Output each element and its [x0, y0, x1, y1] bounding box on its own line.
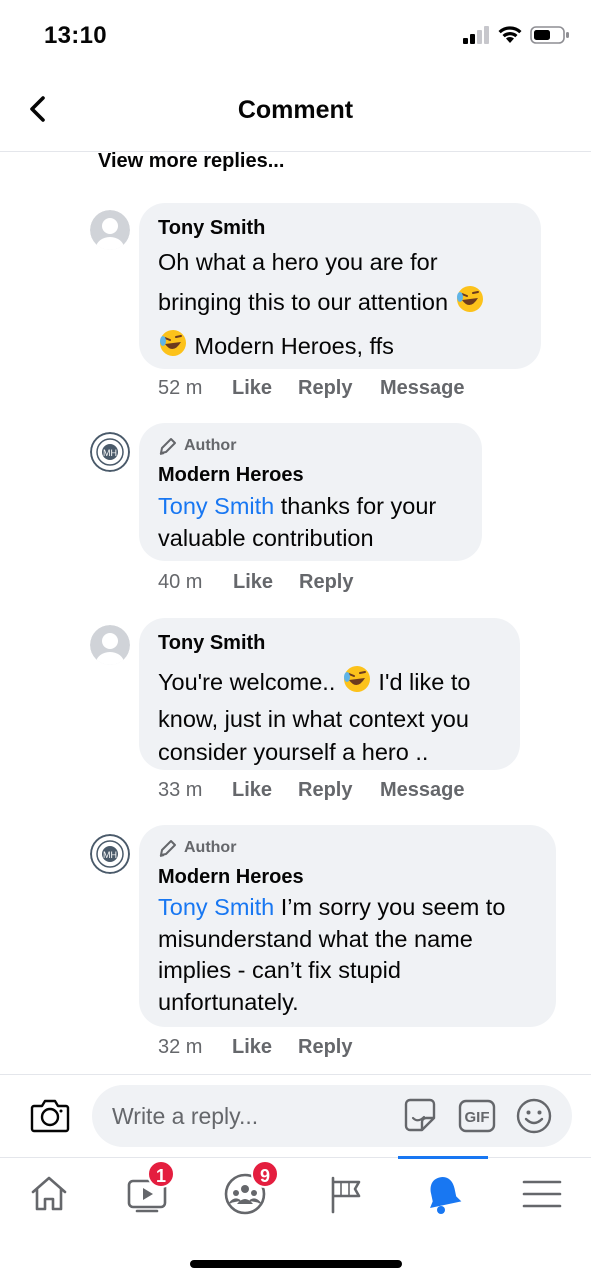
- wifi-icon: [498, 26, 522, 43]
- tab-pages[interactable]: [323, 1172, 367, 1216]
- comment-line: unfortunately.: [158, 988, 299, 1015]
- laughing-emoji-icon: [455, 284, 485, 326]
- reply-button[interactable]: Reply: [298, 779, 352, 802]
- comment-line: thanks for your: [274, 493, 437, 519]
- gif-icon[interactable]: GIF: [458, 1099, 496, 1133]
- camera-icon[interactable]: [30, 1096, 70, 1134]
- tab-menu[interactable]: [520, 1172, 564, 1216]
- pen-icon: [159, 438, 176, 455]
- tab-watch[interactable]: 1: [125, 1160, 175, 1216]
- home-indicator: [190, 1260, 402, 1268]
- laughing-emoji-icon: [342, 664, 372, 703]
- comment-line: Oh what a hero you are for: [158, 249, 438, 275]
- comment-line: valuable contribution: [158, 525, 374, 551]
- comment-bubble[interactable]: Tony Smith You're welcome.. I'd like to …: [139, 618, 520, 770]
- comment-header: Comment: [0, 70, 591, 152]
- reply-button[interactable]: Reply: [299, 571, 353, 594]
- avatar-modern-heroes[interactable]: MH: [90, 834, 130, 874]
- avatar-modern-heroes[interactable]: MH: [90, 432, 130, 472]
- avatar-tony-smith[interactable]: [90, 210, 130, 250]
- comment-time: 40 m: [158, 571, 203, 593]
- commenter-name[interactable]: Tony Smith: [158, 215, 521, 241]
- comment-text: Tony Smith I’m sorry you seem to misunde…: [158, 892, 536, 1018]
- author-label: Author: [184, 437, 237, 454]
- author-badge: Author: [158, 837, 536, 859]
- author-badge: Author: [158, 435, 462, 457]
- composer-divider: [0, 1074, 591, 1075]
- reply-button[interactable]: Reply: [298, 1036, 352, 1059]
- comment-line: implies - can’t fix stupid: [158, 957, 401, 983]
- bottom-tab-bar: 1 9: [0, 1156, 591, 1237]
- active-tab-indicator: [398, 1156, 488, 1159]
- comment-text: Oh what a hero you are for bringing this…: [158, 242, 521, 370]
- comment-line: know, just in what context you: [158, 706, 469, 732]
- home-icon: [31, 1176, 67, 1211]
- comment-line: consider yourself a hero ..: [158, 739, 429, 765]
- comment-line: bringing this to our attention: [158, 289, 449, 315]
- svg-text:GIF: GIF: [465, 1109, 490, 1126]
- reply-input[interactable]: Write a reply... GIF: [92, 1085, 572, 1147]
- message-button[interactable]: Message: [380, 779, 465, 802]
- commenter-name[interactable]: Modern Heroes: [158, 864, 536, 890]
- like-button[interactable]: Like: [233, 571, 273, 594]
- tab-notifications[interactable]: [421, 1172, 465, 1216]
- notification-badge: 9: [251, 1160, 279, 1188]
- bell-icon: [430, 1177, 462, 1214]
- comment-text: You're welcome.. I'd like to know, just …: [158, 664, 500, 769]
- comment-line: misunderstand what the name: [158, 925, 473, 952]
- tab-home[interactable]: [27, 1172, 71, 1216]
- comment-text: Tony Smith thanks for your valuable cont…: [158, 490, 462, 554]
- svg-text:MH: MH: [103, 850, 117, 860]
- comment-line: Modern Heroes, ffs: [194, 333, 394, 359]
- like-button[interactable]: Like: [232, 1036, 272, 1059]
- cellular-signal-icon: [463, 26, 489, 44]
- comment-line: You're welcome..: [158, 669, 336, 695]
- emoji-icon[interactable]: [515, 1097, 553, 1135]
- comment-bubble[interactable]: Tony Smith Oh what a hero you are for br…: [139, 203, 541, 369]
- message-button[interactable]: Message: [380, 377, 465, 400]
- like-button[interactable]: Like: [232, 377, 272, 400]
- svg-text:MH: MH: [103, 448, 117, 458]
- author-label: Author: [184, 839, 237, 856]
- comment-time: 33 m: [158, 779, 203, 801]
- reply-placeholder: Write a reply...: [112, 1103, 259, 1129]
- comment-line: I'd like to: [378, 669, 471, 695]
- status-time: 13:10: [44, 22, 107, 49]
- commenter-name[interactable]: Tony Smith: [158, 630, 500, 656]
- comment-bubble[interactable]: Author Modern Heroes Tony Smith thanks f…: [139, 423, 482, 561]
- reply-button[interactable]: Reply: [298, 377, 352, 400]
- comment-time: 32 m: [158, 1036, 203, 1058]
- sticker-icon[interactable]: [400, 1096, 440, 1136]
- mention-link[interactable]: Tony Smith: [158, 894, 274, 920]
- notification-badge: 1: [147, 1160, 175, 1188]
- mention-link[interactable]: Tony Smith: [158, 493, 274, 519]
- tab-groups[interactable]: 9: [223, 1160, 279, 1216]
- battery-icon: [530, 26, 569, 44]
- comment-time: 52 m: [158, 377, 203, 399]
- status-bar: 13:10: [0, 0, 591, 70]
- flag-icon: [331, 1176, 361, 1214]
- menu-icon: [522, 1180, 562, 1208]
- laughing-emoji-icon: [158, 328, 188, 370]
- like-button[interactable]: Like: [232, 779, 272, 802]
- avatar-tony-smith[interactable]: [90, 625, 130, 665]
- pen-icon: [159, 840, 176, 857]
- comment-bubble[interactable]: Author Modern Heroes Tony Smith I’m sorr…: [139, 825, 556, 1027]
- comment-line: I’m sorry you seem to: [274, 894, 506, 920]
- view-more-replies-link[interactable]: View more replies...: [98, 150, 284, 173]
- page-title: Comment: [237, 96, 354, 124]
- commenter-name[interactable]: Modern Heroes: [158, 462, 462, 488]
